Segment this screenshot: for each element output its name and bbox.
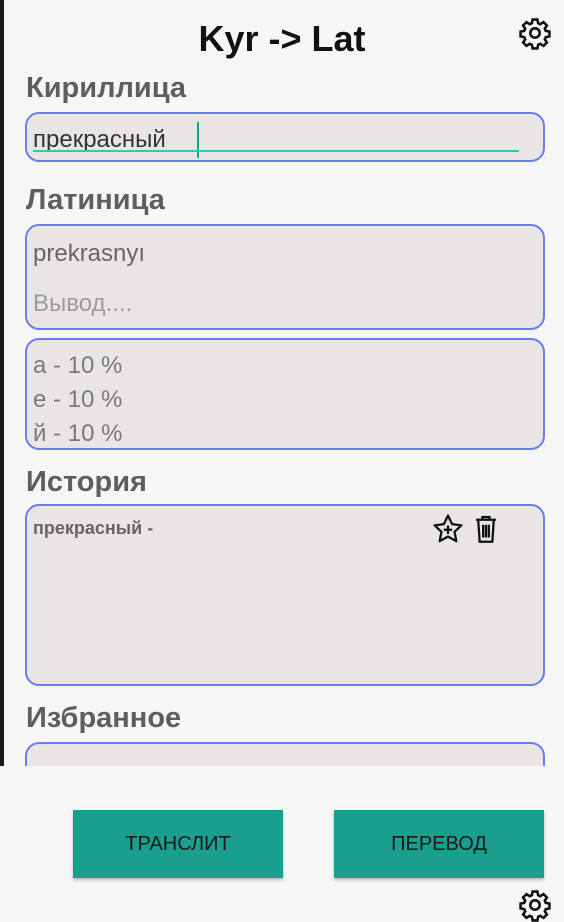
add-favorite-star-icon[interactable] (431, 512, 465, 546)
latin-output-placeholder: Вывод.... (33, 290, 133, 317)
latin-label: Латиница (26, 184, 165, 216)
translate-button[interactable]: ПЕРЕВОД (334, 810, 544, 878)
history-list[interactable]: прекрасный - (25, 504, 545, 686)
translit-button[interactable]: ТРАНСЛИТ (73, 810, 283, 878)
stat-line: й - 10 % (33, 420, 123, 447)
stat-line: е - 10 % (33, 386, 123, 413)
text-caret (197, 122, 199, 158)
screen-edge (0, 0, 4, 900)
favorites-label: Избранное (26, 702, 182, 734)
input-underline (33, 150, 519, 152)
history-label: История (26, 466, 147, 498)
delete-trash-icon[interactable] (469, 512, 503, 546)
latin-output-value: prekrasnyı (33, 240, 146, 267)
settings-gear-icon[interactable] (518, 888, 552, 922)
settings-gear-icon[interactable] (518, 16, 552, 50)
letter-stats-box[interactable]: а - 10 % е - 10 % й - 10 % (25, 338, 545, 450)
stat-line: а - 10 % (33, 352, 123, 379)
latin-output-field[interactable]: prekrasnyı Вывод.... (25, 224, 545, 330)
page-title: Kyr -> Lat (198, 18, 366, 59)
history-entry[interactable]: прекрасный - (33, 518, 153, 539)
cyrillic-label: Кириллица (26, 72, 187, 104)
cyrillic-input-field[interactable]: прекрасный (25, 112, 545, 162)
